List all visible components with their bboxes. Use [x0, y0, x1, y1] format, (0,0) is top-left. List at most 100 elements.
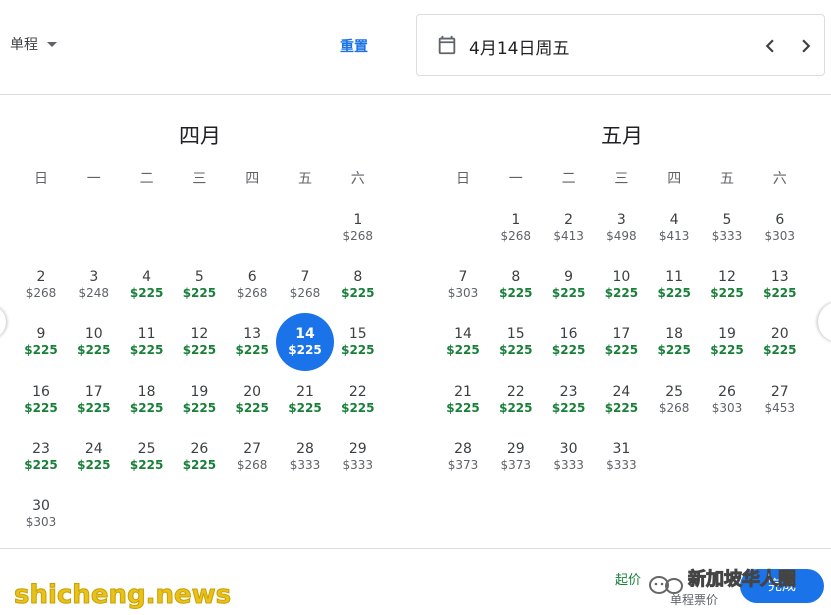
scroll-left-handle[interactable] [0, 305, 6, 339]
selected-date-text: 4月14日周五 [469, 39, 570, 59]
day-cell[interactable]: 5 $225 [173, 265, 225, 315]
day-cell[interactable]: 5 $333 [701, 208, 753, 258]
day-number: 10 [612, 269, 631, 286]
day-cell[interactable]: 25 $268 [648, 380, 700, 430]
day-price: $225 [499, 286, 533, 301]
day-cell[interactable]: 26 $225 [173, 437, 225, 487]
day-cell[interactable]: 11 $225 [648, 265, 700, 315]
day-number: 23 [559, 383, 578, 400]
day-cell[interactable]: 25 $225 [121, 437, 173, 487]
day-cell[interactable]: 1 $268 [490, 208, 542, 258]
day-cell[interactable]: 8 $225 [490, 265, 542, 315]
day-cell[interactable]: 28 $373 [437, 437, 489, 487]
day-cell[interactable]: 19 $225 [701, 322, 753, 372]
trip-type-dropdown[interactable]: 单程 [10, 34, 57, 54]
day-price: $225 [182, 400, 217, 415]
day-cell[interactable]: 23 $225 [543, 380, 595, 430]
day-cell[interactable]: 23 $225 [15, 437, 67, 487]
day-cell[interactable]: 11 $225 [121, 322, 173, 372]
day-cell[interactable]: 6 $303 [754, 208, 806, 258]
day-price: $333 [606, 457, 637, 472]
day-number: 8 [353, 269, 363, 286]
day-cell[interactable]: 3 $498 [595, 208, 647, 258]
day-cell[interactable]: 3 $248 [68, 265, 120, 315]
day-price: $225 [551, 286, 586, 301]
day-cell[interactable]: 27 $453 [754, 380, 806, 430]
day-cell[interactable]: 29 $333 [332, 437, 384, 487]
day-cell[interactable]: 4 $413 [648, 208, 700, 258]
chevron-right-icon[interactable] [793, 33, 819, 59]
date-field[interactable]: 4月14日周五 [416, 14, 825, 76]
day-cell[interactable]: 29 $373 [490, 437, 542, 487]
day-cell[interactable]: 12 $225 [173, 322, 225, 372]
day-cell[interactable]: 20 $225 [226, 380, 278, 430]
day-cell[interactable]: 2 $413 [543, 208, 595, 258]
day-number: 14 [295, 326, 315, 343]
day-number: 3 [616, 212, 626, 228]
day-cell[interactable]: 21 $225 [279, 380, 331, 430]
day-cell[interactable]: 12 $225 [701, 265, 753, 315]
day-cell[interactable]: 19 $225 [173, 380, 225, 430]
day-cell[interactable]: 7 $303 [437, 265, 489, 315]
day-cell[interactable]: 14 $225 [437, 322, 489, 372]
day-cell[interactable]: 13 $225 [754, 265, 806, 315]
day-cell[interactable]: 7 $268 [279, 265, 331, 315]
day-number: 26 [718, 383, 736, 400]
day-cell[interactable]: 30 $303 [15, 494, 67, 544]
day-cell[interactable]: 18 $225 [121, 380, 173, 430]
day-cell[interactable]: 13 $225 [226, 322, 278, 372]
day-cell[interactable]: 27 $268 [226, 437, 278, 487]
day-cell[interactable]: 15 $225 [490, 322, 542, 372]
day-price: $225 [341, 400, 375, 415]
weekday-label: 一 [508, 171, 523, 187]
day-price: $333 [711, 229, 743, 243]
reset-button[interactable]: 重置 [340, 36, 368, 56]
day-price: $268 [500, 229, 532, 243]
day-price: $413 [658, 229, 690, 243]
day-cell[interactable]: 26 $303 [701, 380, 753, 430]
day-price: $225 [182, 286, 217, 301]
day-price: $268 [289, 286, 321, 301]
day-cell[interactable]: 2 $268 [15, 265, 67, 315]
day-cell[interactable]: 24 $225 [595, 380, 647, 430]
weekday-label: 五 [298, 171, 312, 187]
day-price: $225 [77, 343, 111, 358]
day-cell-selected[interactable]: 14 $225 [276, 313, 334, 372]
day-number: 27 [243, 440, 262, 457]
day-cell[interactable]: 15 $225 [332, 322, 384, 372]
day-number: 4 [142, 269, 152, 286]
day-number: 18 [137, 383, 156, 400]
day-cell[interactable]: 9 $225 [15, 322, 67, 372]
day-price: $225 [604, 400, 639, 415]
day-cell[interactable]: 17 $225 [68, 380, 120, 430]
scroll-right-handle[interactable] [818, 302, 831, 342]
day-cell[interactable]: 17 $225 [595, 322, 647, 372]
day-price: $225 [288, 343, 322, 358]
day-cell[interactable]: 9 $225 [543, 265, 595, 315]
day-cell[interactable]: 18 $225 [648, 322, 700, 372]
day-price: $225 [129, 286, 164, 301]
day-cell[interactable]: 16 $225 [543, 322, 595, 372]
day-cell[interactable]: 21 $225 [437, 380, 489, 430]
watermark-logo-icon [649, 576, 683, 594]
day-cell[interactable]: 10 $225 [68, 322, 120, 372]
day-cell[interactable]: 1 $268 [332, 208, 384, 258]
day-cell[interactable]: 31 $333 [595, 437, 647, 487]
day-price: $225 [288, 400, 322, 415]
day-number: 7 [300, 269, 310, 286]
day-price: $225 [129, 400, 164, 415]
day-cell[interactable]: 22 $225 [332, 380, 384, 430]
day-cell[interactable]: 22 $225 [490, 380, 542, 430]
day-price: $225 [129, 457, 164, 472]
day-cell[interactable]: 28 $333 [279, 437, 331, 487]
day-price: $225 [24, 343, 58, 358]
chevron-left-icon[interactable] [757, 33, 783, 59]
day-cell[interactable]: 20 $225 [754, 322, 806, 372]
day-cell[interactable]: 4 $225 [121, 265, 173, 315]
day-cell[interactable]: 10 $225 [595, 265, 647, 315]
day-cell[interactable]: 6 $268 [226, 265, 278, 315]
day-cell[interactable]: 30 $333 [543, 437, 595, 487]
day-cell[interactable]: 24 $225 [68, 437, 120, 487]
day-cell[interactable]: 8 $225 [332, 265, 384, 315]
day-cell[interactable]: 16 $225 [15, 380, 67, 430]
